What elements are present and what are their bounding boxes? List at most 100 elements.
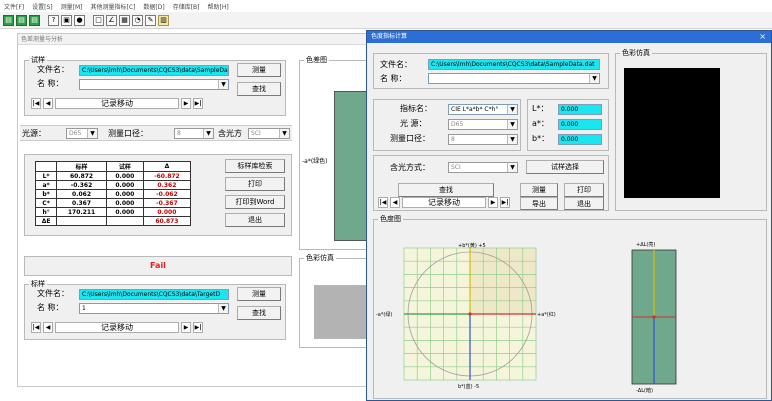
instrument-icon[interactable]: ▣ bbox=[61, 14, 72, 26]
prev-record-icon[interactable]: ◀ bbox=[43, 322, 53, 333]
menu-data[interactable]: 数据[D] bbox=[143, 2, 164, 11]
dialog-exit-button[interactable]: 退出 bbox=[564, 197, 604, 210]
sample-file-field[interactable]: C:\Users\lmh\Documents\CQCS3\data\Sample… bbox=[79, 65, 229, 76]
color-difference-panel: 色差图 -a*(绿色) bbox=[299, 56, 372, 250]
row-label: b* bbox=[34, 189, 58, 199]
color-data-table: 标样 试样 Δ L* 60.872 0.000 -60.872 a* -0.36… bbox=[34, 161, 192, 226]
sample-value bbox=[105, 216, 144, 226]
table-row: L* 60.872 0.000 -60.872 bbox=[34, 171, 192, 181]
row-label: h° bbox=[34, 207, 58, 217]
first-record-icon[interactable]: |◀ bbox=[31, 98, 41, 109]
chevron-down-icon[interactable]: ▼ bbox=[87, 129, 97, 138]
prev-record-icon[interactable]: ◀ bbox=[390, 197, 400, 208]
standard-name-select[interactable]: 1 ▼ bbox=[79, 303, 229, 314]
dialog-file-field[interactable]: C:\Users\lmh\Documents\CQCS3\data\Sample… bbox=[428, 59, 600, 70]
chromaticity-diagram bbox=[403, 247, 677, 385]
record-icon[interactable]: ● bbox=[74, 14, 85, 26]
specular-select[interactable]: SCI ▼ bbox=[248, 128, 290, 139]
sheet-icon[interactable]: ▥ bbox=[158, 14, 169, 26]
blank-icon[interactable]: □ bbox=[93, 14, 104, 26]
data-table-panel: 标样 试样 Δ L* 60.872 0.000 -60.872 a* -0.36… bbox=[24, 154, 292, 236]
standard-value: 0.062 bbox=[56, 189, 107, 199]
sample-value: 0.000 bbox=[105, 198, 144, 208]
next-record-icon[interactable]: ▶ bbox=[181, 322, 191, 333]
menu-file[interactable]: 文件[F] bbox=[4, 2, 24, 11]
dialog-file-label: 文件名： bbox=[380, 60, 412, 69]
first-record-icon[interactable]: |◀ bbox=[31, 322, 41, 333]
standard-measure-button[interactable]: 测量 bbox=[237, 287, 281, 301]
mode-2-icon[interactable]: ▤ bbox=[16, 14, 27, 26]
sample-value: 0.000 bbox=[105, 207, 144, 217]
dialog-aperture-select[interactable]: 8 ▼ bbox=[448, 134, 518, 145]
last-record-icon[interactable]: ▶| bbox=[500, 197, 510, 208]
index-select[interactable]: CIE L*a*b* C*h° ▼ bbox=[448, 104, 518, 115]
axis-minus-a-label: -a*(绿) bbox=[376, 312, 393, 318]
report-icon[interactable]: ▦ bbox=[119, 14, 130, 26]
dialog-print-button[interactable]: 打印 bbox=[564, 183, 604, 197]
sample-measure-button[interactable]: 测量 bbox=[237, 63, 281, 77]
chevron-down-icon[interactable]: ▼ bbox=[218, 304, 228, 313]
delta-value: -60.872 bbox=[142, 171, 192, 181]
table-row: C* 0.367 0.000 -0.367 bbox=[34, 198, 192, 208]
chart-icon[interactable]: ∠ bbox=[106, 14, 117, 26]
dialog-title: 色度指标计算 bbox=[367, 31, 771, 43]
first-record-icon[interactable]: |◀ bbox=[378, 197, 388, 208]
dialog-actions-group: 含光方式： SCI ▼ 试样选择 查找 测量 打印 |◀ ◀ 记录移动 ▶ ▶|… bbox=[373, 155, 609, 211]
prev-record-icon[interactable]: ◀ bbox=[43, 98, 53, 109]
table-row: ΔE 60.873 bbox=[34, 216, 192, 226]
print-to-word-button[interactable]: 打印到Word bbox=[225, 195, 285, 209]
axis-minus-L-label: -ΔL(暗) bbox=[636, 388, 653, 394]
chevron-down-icon[interactable]: ▼ bbox=[218, 80, 228, 89]
table-row: h° 170.211 0.000 0.000 bbox=[34, 207, 192, 217]
print-button[interactable]: 打印 bbox=[225, 177, 285, 191]
light-select[interactable]: D65 ▼ bbox=[66, 128, 98, 139]
menu-other-index[interactable]: 其他测量指标[C] bbox=[91, 2, 136, 11]
chevron-down-icon[interactable]: ▼ bbox=[589, 74, 599, 83]
dialog-light-select[interactable]: D65 ▼ bbox=[448, 119, 518, 130]
chevron-down-icon[interactable]: ▼ bbox=[507, 135, 517, 144]
tools-icon[interactable]: ✎ bbox=[145, 14, 156, 26]
chevron-down-icon[interactable]: ▼ bbox=[279, 129, 289, 138]
mode-1-icon[interactable]: ▤ bbox=[3, 14, 14, 26]
dialog-find-button[interactable]: 查找 bbox=[398, 183, 494, 197]
sample-select-button[interactable]: 试样选择 bbox=[526, 160, 604, 174]
dialog-measure-button[interactable]: 测量 bbox=[520, 183, 558, 197]
axis-plus-b-label: +b*(黄) +5 bbox=[458, 243, 486, 249]
chevron-down-icon[interactable]: ▼ bbox=[507, 105, 517, 114]
sample-find-button[interactable]: 查找 bbox=[237, 82, 281, 96]
pie-icon[interactable]: ◔ bbox=[132, 14, 143, 26]
aperture-label: 测量口径： bbox=[108, 129, 148, 138]
menu-settings[interactable]: 设置[S] bbox=[32, 2, 53, 11]
standard-file-field[interactable]: C:\Users\lmh\Documents\CQCS3\data\Target… bbox=[79, 289, 229, 300]
chevron-down-icon[interactable]: ▼ bbox=[203, 129, 213, 138]
delta-value: 0.362 bbox=[142, 180, 192, 190]
exit-button[interactable]: 退出 bbox=[225, 213, 285, 227]
library-search-button[interactable]: 标样库检索 bbox=[225, 159, 285, 173]
sample-value: 0.000 bbox=[105, 180, 144, 190]
chevron-down-icon[interactable]: ▼ bbox=[507, 163, 517, 172]
sample-name-select[interactable]: ▼ bbox=[79, 79, 229, 90]
sample-value: 0.000 bbox=[105, 189, 144, 199]
table-header-sample: 试样 bbox=[105, 161, 144, 172]
help-icon[interactable]: ? bbox=[48, 14, 59, 26]
next-record-icon[interactable]: ▶ bbox=[181, 98, 191, 109]
sample-group: 试样 文件名： C:\Users\lmh\Documents\CQCS3\dat… bbox=[24, 56, 286, 116]
export-button[interactable]: 导出 bbox=[520, 197, 558, 210]
aperture-select[interactable]: 8 ▼ bbox=[174, 128, 214, 139]
chevron-down-icon[interactable]: ▼ bbox=[507, 120, 517, 129]
dialog-specular-select[interactable]: SCI ▼ bbox=[448, 162, 518, 173]
mode-3-icon[interactable]: ▤ bbox=[29, 14, 40, 26]
standard-find-button[interactable]: 查找 bbox=[237, 306, 281, 320]
last-record-icon[interactable]: ▶| bbox=[193, 98, 203, 109]
axis-plus-a-label: +a*(红) bbox=[537, 312, 556, 318]
close-icon[interactable]: × bbox=[759, 31, 766, 43]
a-value: 0.000 bbox=[558, 119, 602, 130]
sample-file-label: 文件名： bbox=[37, 65, 69, 74]
menu-measure[interactable]: 测量[M] bbox=[61, 2, 83, 11]
dialog-name-select[interactable]: ▼ bbox=[428, 73, 600, 84]
menu-help[interactable]: 帮助[H] bbox=[208, 2, 229, 11]
dialog-specular-label: 含光方式： bbox=[390, 163, 430, 172]
menu-library[interactable]: 存储库[B] bbox=[173, 2, 200, 11]
last-record-icon[interactable]: ▶| bbox=[193, 322, 203, 333]
next-record-icon[interactable]: ▶ bbox=[488, 197, 498, 208]
